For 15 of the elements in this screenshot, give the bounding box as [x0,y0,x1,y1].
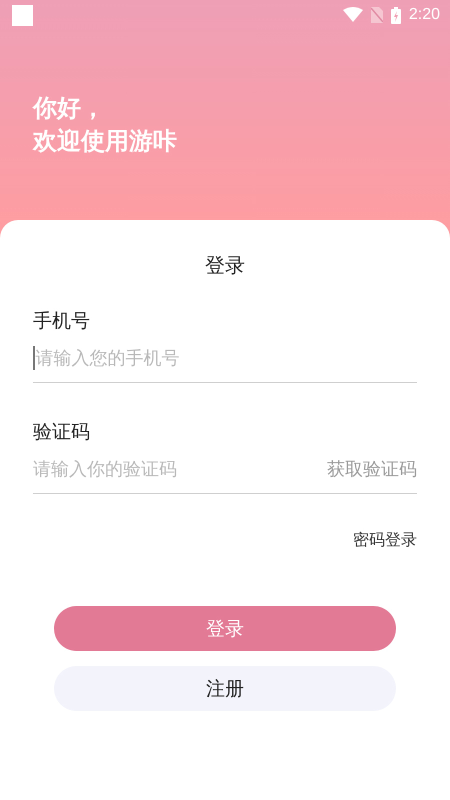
input-field[interactable]: 请输入您的手机号 [33,344,417,372]
greeting-text: 欢迎使用游咔 [33,126,178,157]
field-label: 验证码 [33,420,91,445]
status-time: 2:20 [408,6,440,24]
no-sim-icon [370,7,383,23]
battery-charging-icon [390,6,401,24]
greeting-text: 你好， [33,93,106,124]
card-title: 登录 [204,252,246,279]
register-button[interactable]: 注册 [54,666,396,711]
get-code-link[interactable]: 获取验证码 [327,457,417,481]
field-label: 手机号 [33,309,91,334]
input-field[interactable]: 请输入你的验证码 [33,455,327,483]
login-button[interactable]: 登录 [54,606,396,651]
password-login-link[interactable]: 密码登录 [353,530,417,551]
wifi-icon [342,7,363,23]
